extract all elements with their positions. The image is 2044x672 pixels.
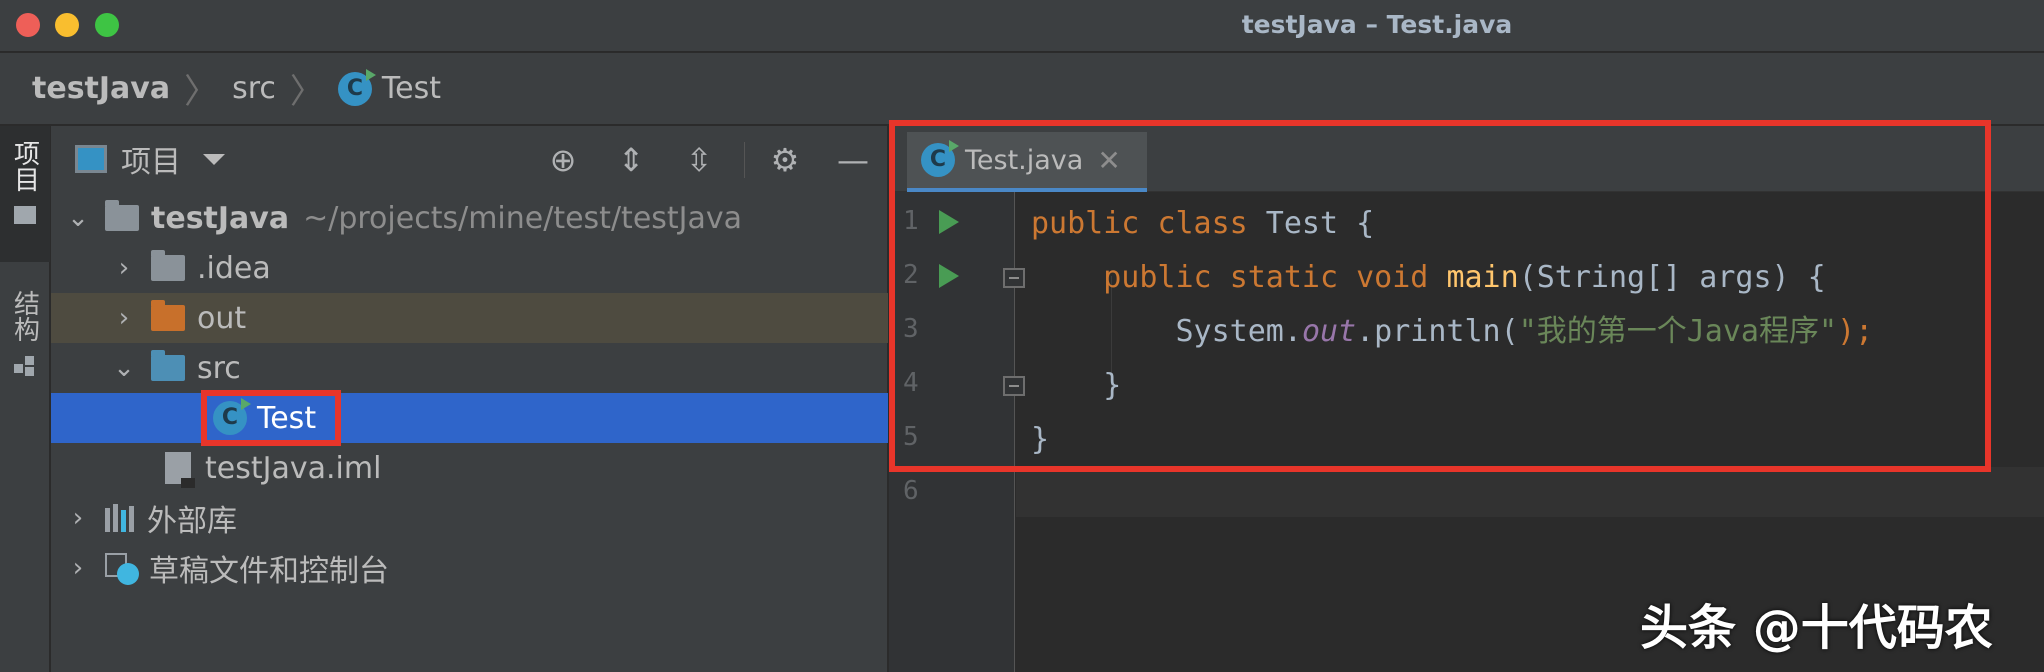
fold-open-icon[interactable] [1003,268,1025,288]
library-icon [105,504,137,532]
window-title: testJava – Test.java [1241,10,1513,39]
folder-icon [14,206,36,224]
structure-tool-tab[interactable]: 结构 [0,276,50,416]
title-bar: testJava – Test.java [0,0,2044,52]
tree-item-label: src [197,350,241,386]
project-view-icon [75,145,107,173]
java-class-icon: C [213,398,251,435]
tree-item-label: 外部库 [147,504,237,539]
structure-tool-tab-label: 结构 [9,290,40,342]
tree-item-idea[interactable]: › .idea [51,243,888,293]
source-folder-icon [151,350,185,381]
excluded-folder-icon [151,300,185,331]
chevron-down-icon[interactable]: ⌄ [65,203,91,233]
breadcrumb-separator-icon: 〉 [184,72,219,112]
code-line-2[interactable]: public static void main(String[] args) { [1031,258,1825,298]
line-number: 3 [903,314,919,344]
tree-item-label: 草稿文件和控制台 [149,554,389,589]
chevron-right-icon[interactable]: › [111,253,137,283]
code-line-5[interactable]: } [1031,420,1049,460]
tab-label: Test.java [965,144,1084,176]
line-number: 4 [903,368,919,398]
tree-item-project-root[interactable]: ⌄ testJava ~/projects/mine/test/testJava [51,193,888,243]
breadcrumb-file[interactable]: Test [382,71,441,106]
toolbar-divider [744,142,745,178]
line-number: 5 [903,422,919,452]
editor-gutter: 1 2 3 4 5 6 [889,192,1025,672]
collapse-all-icon[interactable]: ⇳ [679,140,719,180]
scratch-console-icon [105,553,139,585]
view-selector-dropdown-icon[interactable] [203,153,225,165]
project-panel: 项目 ⊕ ⇕ ⇳ ⚙ — ⌄ testJava ~/projects/mine/… [51,126,888,672]
hide-panel-icon[interactable]: — [833,140,873,180]
tree-item-test[interactable]: C Test [51,393,888,443]
tool-window-stripe: 项目 结构 [0,126,50,672]
chevron-down-icon[interactable]: ⌄ [111,353,137,383]
code-line-3[interactable]: System.out.println("我的第一个Java程序"); [1031,312,1874,352]
project-panel-header: 项目 [51,126,888,192]
close-tab-icon[interactable]: ✕ [1097,144,1120,177]
editor-tab-bar: C Test.java ✕ [889,126,2044,192]
tree-item-out[interactable]: › out [51,293,888,343]
chevron-right-icon[interactable]: › [111,303,137,333]
folder-icon [151,250,185,281]
line-number: 6 [903,476,919,506]
code-line-1[interactable]: public class Test { [1031,204,1374,244]
tree-item-scratches[interactable]: › 草稿文件和控制台 [51,543,888,593]
run-main-icon[interactable] [939,264,959,288]
tree-item-label: Test [257,400,317,436]
code-line-4[interactable]: } [1031,366,1121,406]
breadcrumb: testJava 〉 src 〉 C Test [0,53,2044,125]
module-folder-icon [105,200,139,231]
locate-file-icon[interactable]: ⊕ [543,140,583,180]
breadcrumb-project[interactable]: testJava [32,71,170,106]
tree-item-label: testJava [151,200,290,236]
project-tool-tab-label: 项目 [9,140,40,192]
tree-item-label: .idea [197,250,271,286]
tab-test-java[interactable]: C Test.java ✕ [907,132,1147,192]
chevron-right-icon[interactable]: › [65,503,91,533]
expand-all-icon[interactable]: ⇕ [611,140,651,180]
tree-item-label: out [197,300,247,336]
java-class-icon: C [921,140,959,177]
project-tool-tab[interactable]: 项目 [0,126,50,262]
project-panel-title: 项目 [121,145,181,180]
fold-close-icon[interactable] [1003,376,1025,396]
breadcrumb-separator-icon: 〉 [289,72,324,112]
watermark: 头条 @十代码农 [1640,600,1993,656]
structure-icon [14,356,36,376]
line-number: 2 [903,260,919,290]
tree-item-src[interactable]: ⌄ src [51,343,888,393]
module-file-icon [165,452,195,488]
breadcrumb-folder[interactable]: src [232,71,276,106]
line-number: 1 [903,206,919,236]
tree-item-path: ~/projects/mine/test/testJava [303,200,743,236]
tree-item-external-libraries[interactable]: › 外部库 [51,493,888,543]
current-line-highlight [1016,467,2044,517]
java-class-icon: C [337,68,376,106]
tree-item-label: testJava.iml [205,450,382,486]
run-class-icon[interactable] [939,210,959,234]
tree-item-iml[interactable]: testJava.iml [51,443,888,493]
chevron-right-icon[interactable]: › [65,553,91,583]
gear-icon[interactable]: ⚙ [765,140,805,180]
